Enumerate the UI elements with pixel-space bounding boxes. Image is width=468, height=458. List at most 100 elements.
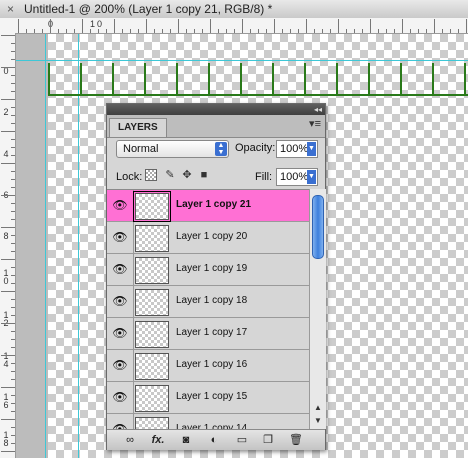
eye-icon[interactable]: 👁 [111,263,129,275]
layer-name[interactable]: Layer 1 copy 17 [176,327,247,338]
ruler-tick [130,29,131,33]
ruler-tick [354,29,355,33]
ruler-tick [378,29,379,33]
scroll-up-icon[interactable]: ▲ [313,403,323,413]
layer-thumbnail[interactable] [135,257,169,284]
layer-row[interactable]: 👁 Layer 1 copy 14 [107,414,309,430]
chevron-down-icon[interactable]: ▼ [307,142,316,156]
visibility-toggle[interactable]: 👁 [107,414,134,430]
trash-icon[interactable]: 🗑 [289,434,303,446]
guide-line[interactable] [16,60,468,61]
eye-icon[interactable]: 👁 [111,199,129,211]
tab-layers[interactable]: LAYERS [109,118,167,137]
ruler-tick [346,29,347,33]
layers-panel[interactable]: ◂◂ LAYERS ▾≡ Normal ▲ ▼ Opacity: 100% ▼ L… [106,103,326,450]
eye-icon[interactable]: 👁 [111,231,129,243]
layers-scrollbar[interactable]: ▲ ▼ [309,189,326,429]
ruler-label: 4 [3,149,9,159]
visibility-toggle[interactable]: 👁 [107,350,134,381]
ruler-label: 1 0 [3,268,9,286]
move-icon[interactable]: ✥ [180,168,194,182]
guide-line[interactable] [45,34,46,458]
lock-transparency-icon[interactable] [145,169,157,181]
strip-tile-edge [240,63,242,96]
ruler-tick [11,283,15,284]
visibility-toggle[interactable]: 👁 [107,254,134,285]
ruler-tick [1,259,15,260]
layer-row[interactable]: 👁 Layer 1 copy 17 [107,318,309,350]
link-layers-icon[interactable]: ∞ [123,434,137,446]
layer-row[interactable]: 👁 Layer 1 copy 15 [107,382,309,414]
panel-menu-icon[interactable]: ▾≡ [309,119,321,130]
blend-mode-select[interactable]: Normal ▲ ▼ [116,140,229,158]
horizontal-ruler[interactable]: 0 1 0 [0,18,468,34]
layer-row[interactable]: 👁 Layer 1 copy 21 [107,190,309,222]
ruler-label: 1 6 [3,392,9,410]
close-icon[interactable]: × [7,3,19,15]
opacity-field[interactable]: 100% ▼ [276,140,318,158]
ruler-tick [426,29,427,33]
ruler-tick [1,35,15,36]
ruler-tick [11,179,15,180]
ruler-tick [11,43,15,44]
layer-row[interactable]: 👁 Layer 1 copy 19 [107,254,309,286]
fill-field[interactable]: 100% ▼ [276,168,318,186]
eye-icon[interactable]: 👁 [111,295,129,307]
ruler-tick [11,315,15,316]
ruler-tick [242,19,243,33]
fx-icon[interactable]: fx. [151,434,165,446]
scroll-down-icon[interactable]: ▼ [313,416,323,426]
layer-name[interactable]: Layer 1 copy 18 [176,295,247,306]
layer-row[interactable]: 👁 Layer 1 copy 16 [107,350,309,382]
vertical-ruler[interactable]: 0 2 4 6 8 1 0 1 2 1 4 1 6 1 8 [0,33,16,458]
ruler-tick [114,19,115,33]
layer-name[interactable]: Layer 1 copy 19 [176,263,247,274]
layer-thumbnail[interactable] [133,191,171,222]
brush-icon[interactable]: ✎ [163,168,177,182]
visibility-toggle[interactable]: 👁 [107,222,134,253]
layer-row[interactable]: 👁 Layer 1 copy 20 [107,222,309,254]
ruler-tick [138,29,139,33]
new-layer-icon[interactable]: ❐ [261,434,275,446]
ruler-tick [11,123,15,124]
ruler-tick [11,51,15,52]
visibility-toggle[interactable]: 👁 [107,318,134,349]
layers-list[interactable]: 👁 Layer 1 copy 21 👁 Layer 1 copy 20 👁 Layer 1… [107,189,309,430]
visibility-toggle[interactable]: 👁 [107,382,134,413]
visibility-toggle[interactable]: 👁 [107,286,134,317]
ruler-tick [11,275,15,276]
select-arrows-icon: ▲ ▼ [215,142,227,156]
layer-thumbnail[interactable] [135,385,169,412]
eye-icon[interactable]: 👁 [111,359,129,371]
eye-icon[interactable]: 👁 [111,327,129,339]
layer-row[interactable]: 👁 Layer 1 copy 18 [107,286,309,318]
ruler-tick [290,29,291,33]
panel-title-bar[interactable]: ◂◂ [107,104,325,115]
layer-thumbnail[interactable] [135,289,169,316]
new-group-icon[interactable]: ▭ [235,434,249,446]
layer-thumbnail[interactable] [135,225,169,252]
scroll-thumb[interactable] [312,195,324,259]
guide-line[interactable] [78,34,79,458]
ruler-tick [1,291,15,292]
chevron-down-icon[interactable]: ▼ [307,170,316,184]
layer-name[interactable]: Layer 1 copy 15 [176,391,247,402]
strip-tile-edge [80,63,82,96]
layer-mask-icon[interactable]: ◙ [179,434,193,446]
eye-icon[interactable]: 👁 [111,391,129,403]
collapse-icon[interactable]: ◂◂ [314,104,322,115]
document-tab[interactable]: × Untitled-1 @ 200% (Layer 1 copy 21, RG… [0,0,468,19]
ruler-tick [11,251,15,252]
lock-icon[interactable]: ■ [197,168,211,182]
ruler-tick [218,29,219,33]
layer-name[interactable]: Layer 1 copy 20 [176,231,247,242]
ruler-tick [11,91,15,92]
layer-thumbnail[interactable] [135,353,169,380]
visibility-toggle[interactable]: 👁 [107,190,134,221]
layer-name[interactable]: Layer 1 copy 21 [176,199,251,210]
ruler-tick [370,19,371,33]
layer-thumbnail[interactable] [135,321,169,348]
adjustment-layer-icon[interactable]: ◐ [207,434,221,446]
layer-name[interactable]: Layer 1 copy 16 [176,359,247,370]
ruler-tick [202,29,203,33]
